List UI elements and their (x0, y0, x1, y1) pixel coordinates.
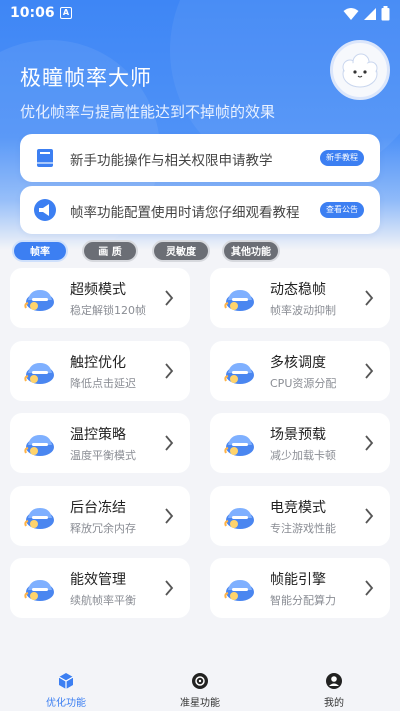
cube-icon (58, 673, 74, 689)
feature-card[interactable]: 动态稳帧帧率波动抑制 (210, 268, 390, 328)
feature-card[interactable]: 多核调度 CPU资源分配 (210, 340, 390, 401)
app-title: 极瞳帧率大师 (20, 66, 152, 90)
tab-other[interactable]: 其他功能 (222, 240, 280, 262)
tab-quality[interactable]: 画 质 (82, 240, 138, 262)
feature-desc: 专注游戏性能 (270, 521, 336, 535)
user-icon (326, 673, 342, 689)
feature-card[interactable]: 超频模式稳定解锁120帧 (10, 268, 190, 328)
nav-label: 我的 (324, 698, 344, 709)
notice-tutorial[interactable]: 新手功能操作与相关权限申请教学 新手教程 (20, 134, 380, 182)
chevron-right-icon (365, 580, 374, 596)
tab-sensitivity[interactable]: 灵敏度 (152, 240, 210, 262)
feature-icon (224, 507, 254, 529)
app-subtitle: 优化帧率与提高性能达到不掉帧的效果 (20, 103, 276, 121)
avatar[interactable] (330, 40, 390, 100)
feature-title: 能效管理 (70, 572, 126, 588)
feature-icon (224, 435, 254, 456)
battery-icon (381, 6, 390, 21)
bottom-navigation: 优化功能 准星功能 我的 (0, 664, 400, 711)
feature-icon (24, 290, 54, 311)
feature-card[interactable]: 触控优化降低点击延迟 (10, 340, 190, 401)
wifi-icon (343, 7, 359, 20)
nav-label: 优化功能 (46, 698, 86, 709)
tutorial-button[interactable]: 新手教程 (320, 150, 364, 166)
tab-framerate[interactable]: 帧率 (12, 240, 68, 262)
feature-card[interactable]: 后台冻结释放冗余内存 (10, 485, 190, 546)
chevron-right-icon (165, 580, 174, 596)
feature-title: 温控策略 (70, 427, 126, 443)
nav-optimize[interactable]: 优化功能 (26, 672, 106, 709)
nav-mine[interactable]: 我的 (294, 672, 374, 709)
chevron-right-icon (365, 507, 374, 524)
feature-title: 触控优化 (70, 354, 126, 371)
system-icons (343, 6, 390, 21)
feature-desc: 减少加载卡顿 (270, 449, 336, 462)
app-notification-icon: A (60, 7, 72, 19)
chevron-right-icon (165, 507, 174, 524)
cloud-mascot-avatar-icon (342, 53, 378, 88)
chevron-right-icon (165, 290, 174, 306)
notice-text: 新手功能操作与相关权限申请教学 (70, 153, 273, 169)
notice-text: 帧率功能配置使用时请您仔细观看教程 (70, 205, 300, 221)
feature-title: 超频模式 (70, 282, 126, 298)
feature-desc: 帧率波动抑制 (270, 304, 336, 317)
chevron-right-icon (165, 435, 174, 451)
feature-desc: 稳定解锁120帧 (70, 304, 146, 317)
feature-card[interactable]: 温控策略温度平衡模式 (10, 413, 190, 473)
feature-card[interactable]: 帧能引擎智能分配算力 (210, 558, 390, 618)
feature-desc: 释放冗余内存 (70, 521, 136, 535)
feature-title: 帧能引擎 (270, 572, 326, 588)
feature-desc: 智能分配算力 (270, 594, 336, 607)
notice-announcement[interactable]: 帧率功能配置使用时请您仔细观看教程 查看公告 (20, 186, 380, 234)
nav-label: 准星功能 (180, 698, 220, 709)
status-time: 10:06 (10, 5, 55, 21)
chevron-right-icon (365, 290, 374, 306)
feature-icon (224, 290, 254, 311)
feature-card[interactable]: 电竞模式专注游戏性能 (210, 485, 390, 546)
category-tabs: 帧率 画 质 灵敏度 其他功能 (12, 240, 392, 262)
feature-title: 后台冻结 (70, 499, 126, 516)
feature-desc: 续航帧率平衡 (70, 594, 136, 607)
signal-icon (364, 7, 376, 20)
nav-crosshair[interactable]: 准星功能 (160, 672, 240, 709)
feature-icon (24, 580, 54, 601)
book-icon (37, 149, 53, 167)
feature-icon (24, 435, 54, 456)
announcement-button[interactable]: 查看公告 (320, 202, 364, 218)
feature-desc: 温度平衡模式 (70, 449, 136, 462)
feature-desc: 降低点击延迟 (70, 376, 136, 390)
chevron-right-icon (365, 362, 374, 379)
feature-icon (24, 507, 54, 529)
feature-icon (24, 362, 54, 384)
feature-card[interactable]: 场景预载减少加载卡顿 (210, 413, 390, 473)
megaphone-icon (34, 199, 56, 221)
feature-desc: CPU资源分配 (270, 376, 337, 390)
feature-icon (224, 580, 254, 601)
crosshair-icon (192, 673, 208, 689)
feature-title: 场景预载 (270, 427, 326, 443)
feature-title: 电竞模式 (270, 499, 326, 516)
chevron-right-icon (165, 362, 174, 379)
feature-card[interactable]: 能效管理续航帧率平衡 (10, 558, 190, 618)
feature-title: 多核调度 (270, 354, 326, 371)
chevron-right-icon (365, 435, 374, 451)
status-bar: 10:06 A (0, 0, 400, 28)
feature-title: 动态稳帧 (270, 282, 326, 298)
feature-icon (224, 362, 254, 384)
